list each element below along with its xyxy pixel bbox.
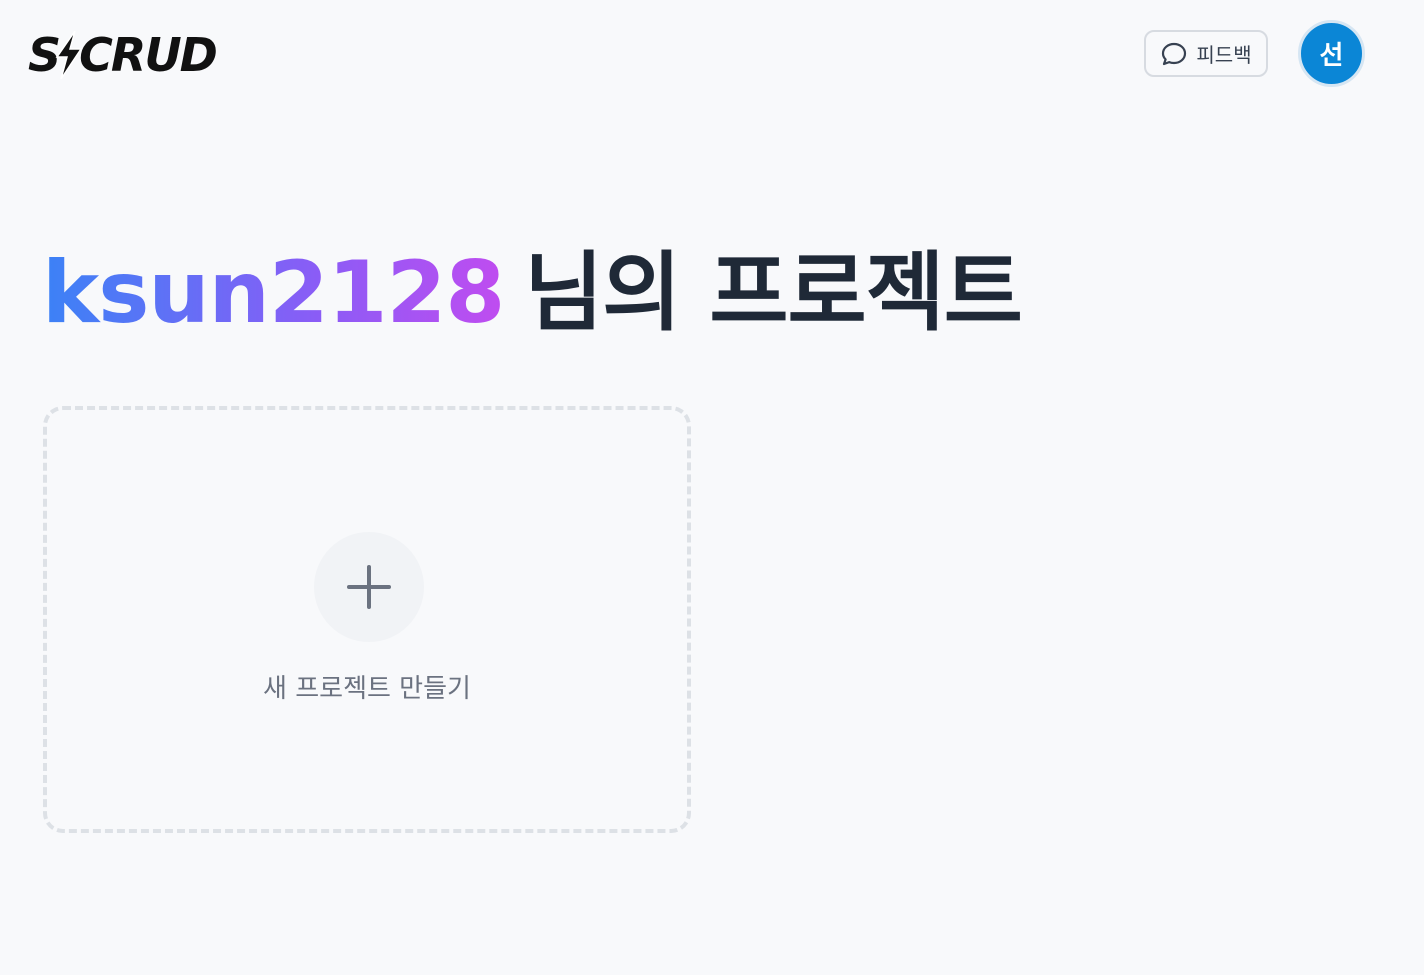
page-title-suffix: 님의 프로젝트 <box>524 243 1023 343</box>
logo-wordmark: S CRUD <box>28 28 218 82</box>
new-project-icon-circle <box>314 532 424 642</box>
top-header: S CRUD 피드백 선 <box>0 0 1424 106</box>
chat-bubble-icon <box>1162 42 1187 65</box>
feedback-label: 피드백 <box>1196 43 1252 67</box>
user-avatar[interactable]: 선 <box>1298 20 1365 87</box>
page-title-username: ksun2128 <box>42 243 505 343</box>
page-title: ksun2128 님의 프로젝트 <box>42 238 1023 348</box>
plus-icon <box>347 565 391 609</box>
new-project-card[interactable]: 새 프로젝트 만들기 <box>43 406 691 833</box>
app-logo[interactable]: S CRUD <box>28 28 242 82</box>
feedback-button[interactable]: 피드백 <box>1144 30 1268 77</box>
new-project-label: 새 프로젝트 만들기 <box>263 674 471 704</box>
